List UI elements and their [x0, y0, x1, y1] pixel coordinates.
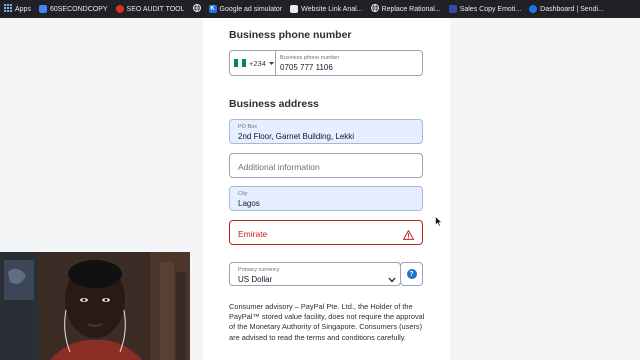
city-input[interactable]: City Lagos: [229, 186, 423, 211]
phone-section-title: Business phone number: [229, 29, 352, 41]
nigeria-flag-icon: [234, 59, 246, 67]
bookmark-label: Apps: [15, 5, 31, 13]
bookmark-page-icon: [38, 5, 47, 13]
bookmark-dashboard[interactable]: Dashboard | Sendi...: [529, 5, 604, 13]
globe-icon: [192, 4, 201, 14]
additional-information-placeholder: Additional information: [238, 162, 320, 172]
additional-information-input[interactable]: Additional information: [229, 153, 423, 178]
city-label: City: [238, 191, 248, 197]
currency-label: Primary currency: [238, 267, 280, 273]
webcam-overlay: [0, 252, 190, 360]
warning-icon: [402, 227, 415, 245]
help-icon[interactable]: ?: [406, 269, 417, 279]
po-box-value: 2nd Floor, Garnet Building, Lekki: [238, 132, 355, 141]
bookmark-label: Dashboard | Sendi...: [540, 5, 604, 13]
country-code-select[interactable]: +234: [230, 51, 276, 75]
emirate-placeholder: Emirate: [238, 229, 268, 239]
seo-tool-icon: [115, 5, 124, 13]
apps-grid-icon: [4, 4, 12, 14]
primary-currency-select[interactable]: Primary currency US Dollar: [229, 262, 401, 286]
link-analyzer-icon: [290, 5, 299, 13]
bookmark-seo-audit[interactable]: SEO AUDIT TOOL: [115, 5, 185, 13]
bookmark-sales-copy[interactable]: Sales Copy Emoti...: [448, 5, 522, 13]
phone-number-value: 0705 777 1106: [280, 63, 333, 72]
bookmark-label: Google ad simulator: [219, 5, 283, 13]
bookmark-google-ad-simulator[interactable]: K Google ad simulator: [208, 5, 283, 13]
bookmark-label: Website Link Anal...: [301, 5, 363, 13]
bookmark-globe[interactable]: [192, 4, 201, 14]
bookmark-label: 60SECONDCOPY: [49, 5, 108, 13]
po-box-label: PO Box: [238, 124, 257, 130]
currency-value: US Dollar: [238, 275, 273, 284]
bookmarks-bar: Apps 60SECONDCOPY SEO AUDIT TOOL K Googl…: [0, 0, 640, 18]
bookmark-60secondcopy[interactable]: 60SECONDCOPY: [38, 5, 108, 13]
chevron-down-icon: [388, 270, 396, 288]
city-value: Lagos: [238, 199, 260, 208]
po-box-input[interactable]: PO Box 2nd Floor, Garnet Building, Lekki: [229, 119, 423, 144]
phone-field: +234 Business phone number 0705 777 1106: [229, 50, 423, 76]
k-logo-icon: K: [208, 5, 217, 13]
bookmark-label: SEO AUDIT TOOL: [126, 5, 185, 13]
address-section-title: Business address: [229, 98, 319, 110]
bookmark-website-link-analyzer[interactable]: Website Link Anal...: [290, 5, 363, 13]
phone-number-label: Business phone number: [280, 55, 340, 61]
bookmark-replace-rational[interactable]: Replace Rational...: [370, 4, 441, 14]
phone-number-input[interactable]: Business phone number 0705 777 1106: [276, 51, 422, 75]
dashboard-icon: [529, 5, 538, 13]
bookmark-apps[interactable]: Apps: [4, 4, 31, 14]
caret-down-icon: [268, 59, 274, 68]
globe-icon: [370, 4, 379, 14]
page-background-right: [450, 18, 640, 360]
sales-copy-icon: [448, 5, 457, 13]
emirate-input[interactable]: Emirate: [229, 220, 423, 245]
bookmark-label: Sales Copy Emoti...: [459, 5, 522, 13]
consumer-advisory-text: Consumer advisory – PayPal Pte. Ltd., th…: [229, 302, 425, 342]
bookmark-label: Replace Rational...: [381, 5, 441, 13]
mouse-cursor-icon: [435, 214, 443, 232]
currency-help-box: ?: [400, 262, 423, 286]
country-code: +234: [249, 58, 266, 68]
